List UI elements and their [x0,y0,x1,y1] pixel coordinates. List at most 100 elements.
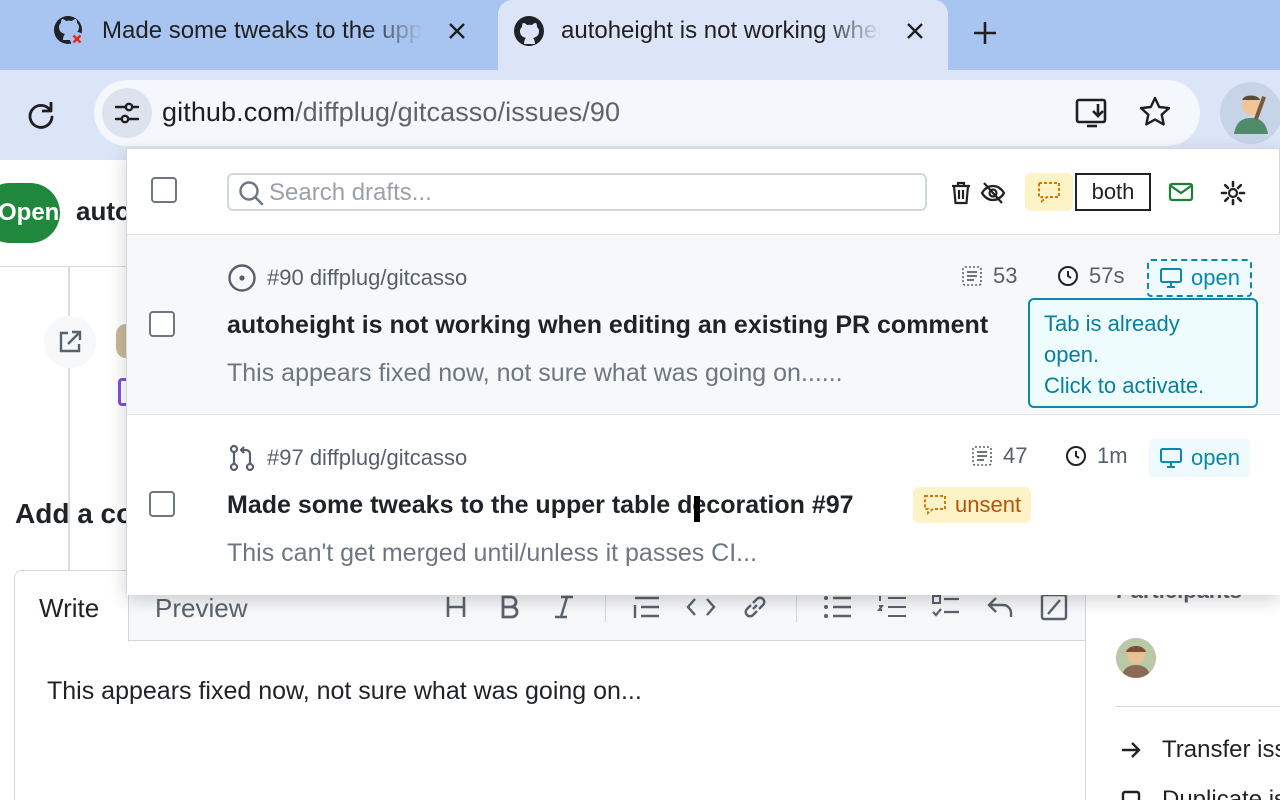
open-tab-button[interactable]: open [1149,439,1250,477]
mail-icon [1168,182,1194,202]
extension-avatar-icon [1234,95,1268,134]
avatar-image-icon [1116,638,1156,678]
participant-avatar[interactable] [1116,638,1156,678]
select-all-checkbox[interactable] [151,177,177,203]
search-icon [239,181,264,206]
url-text: github.com/diffplug/gitcasso/issues/90 [162,97,620,128]
comment-dashed-icon [1038,182,1060,204]
search-placeholder: Search drafts... [269,179,432,206]
reload-icon[interactable] [24,98,58,132]
tab-title: Made some tweaks to the upper table deco… [102,17,422,44]
timeline-line [68,266,70,590]
pull-request-icon [229,444,255,472]
draft-snippet: This can't get merged until/unless it pa… [227,539,758,567]
tooltip-line: Click to activate. [1044,373,1205,398]
comment-editor: Write Preview This appears fixed now, no… [14,570,1086,800]
tab-write[interactable]: Write [15,571,129,642]
tab-title: autoheight is not working when editing a… [561,17,881,44]
comment-dashed-icon [924,495,946,516]
search-drafts-field[interactable]: Search drafts... [227,173,927,211]
external-link-button[interactable] [44,316,96,368]
unsent-label: unsent [955,492,1022,517]
arrow-right-icon [1122,742,1141,758]
url-host: github.com [162,97,296,127]
divider [0,266,130,267]
new-tab-plus-icon[interactable] [970,18,1000,48]
draft-meta: #90 diffplug/gitcasso [227,263,467,293]
tooltip-line: Tab is already [1044,311,1180,336]
trash-icon[interactable] [947,179,975,207]
tab-preview[interactable]: Preview [155,593,247,624]
bookmark-star-icon[interactable] [1138,95,1172,129]
address-bar[interactable]: github.com/diffplug/gitcasso/issues/90 [94,80,1200,146]
char-count-value: 53 [993,263,1018,288]
eye-off-icon[interactable] [979,179,1007,207]
popup-header: Search drafts... both [127,149,1280,235]
browser-tab-active[interactable]: autoheight is not working when editing a… [498,0,948,70]
numbered-list-icon[interactable] [865,591,919,623]
tune-icon [114,102,140,124]
close-icon[interactable] [902,18,928,44]
issue-open-icon [228,264,256,292]
draft-row[interactable]: #97 diffplug/gitcasso 47 1m open Made so… [127,415,1280,595]
markdown-toolbar [429,591,1081,623]
url-path: /diffplug/gitcasso/issues/90 [295,97,621,127]
filter-both-button[interactable]: both [1075,173,1151,211]
text-cursor [694,496,700,522]
issue-title: auto [76,196,131,226]
draft-age: 57s [1057,263,1124,289]
github-error-favicon-icon [54,16,84,46]
tab-open-tooltip: Tab is already open. Click to activate. [1028,298,1258,408]
unsent-badge: unsent [913,487,1032,523]
duplicate-issue-label: Duplicate is [1162,786,1280,800]
quote-icon[interactable] [620,591,674,623]
toolbar-separator [796,592,797,622]
char-count-value: 47 [1003,443,1028,468]
add-comment-heading: Add a co [15,498,134,529]
draft-age-value: 1m [1097,443,1128,468]
draft-age: 1m [1065,443,1128,469]
reply-icon[interactable] [973,591,1027,623]
text-lines-icon [962,266,982,286]
clock-icon [1058,266,1078,286]
draft-snippet: This appears fixed now, not sure what wa… [227,359,843,387]
open-tab-button[interactable]: open [1147,259,1252,297]
slash-icon[interactable] [1027,591,1081,623]
bullet-list-icon[interactable] [811,591,865,623]
gear-icon[interactable] [1219,179,1247,207]
italic-icon[interactable] [537,591,591,623]
draft-checkbox[interactable] [149,311,175,337]
external-link-icon [59,330,82,353]
duplicate-issue-link[interactable]: Duplicate is [1120,786,1280,800]
draft-title: Made some tweaks to the upper table deco… [227,491,854,519]
draft-repo-label: #90 diffplug/gitcasso [267,265,468,290]
divider [1116,706,1280,707]
comment-text[interactable]: This appears fixed now, not sure what wa… [47,677,642,706]
browser-tab-inactive[interactable]: Made some tweaks to the upper table deco… [0,0,490,64]
site-info-button[interactable] [102,88,152,138]
transfer-issue-link[interactable]: Transfer iss [1120,736,1280,764]
github-favicon-icon [514,16,544,46]
monitor-icon [1160,448,1182,468]
tooltip-line: open. [1044,342,1100,367]
filter-unsent-button[interactable] [1025,173,1073,211]
transfer-issue-label: Transfer iss [1162,736,1280,763]
extension-avatar-button[interactable] [1220,82,1280,144]
heading-icon[interactable] [429,591,483,623]
clock-icon [1066,446,1086,466]
draft-checkbox[interactable] [149,491,175,517]
draft-repo-label: #97 diffplug/gitcasso [267,445,468,470]
copy-icon [1121,790,1141,800]
install-app-icon[interactable] [1074,96,1110,130]
link-icon[interactable] [728,591,782,623]
text-lines-icon [972,446,992,466]
draft-age-value: 57s [1089,263,1125,288]
char-count: 47 [971,443,1027,469]
task-list-icon[interactable] [919,591,973,623]
browser-toolbar: github.com/diffplug/gitcasso/issues/90 [0,70,1280,160]
toolbar-separator [605,592,606,622]
code-icon[interactable] [674,591,728,623]
close-icon[interactable] [444,18,470,44]
bold-icon[interactable] [483,591,537,623]
filter-sent-button[interactable] [1161,173,1201,211]
